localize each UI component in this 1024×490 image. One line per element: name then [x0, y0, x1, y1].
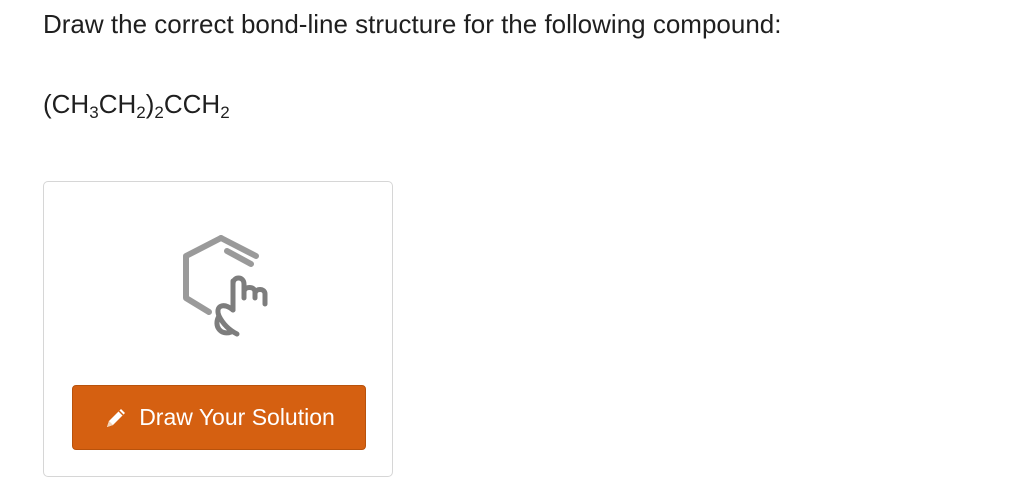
pencil-icon: [107, 408, 126, 427]
formula-part: (CH: [43, 89, 90, 119]
molecule-draw-icon: [183, 235, 268, 337]
draw-your-solution-button[interactable]: Draw Your Solution: [72, 385, 366, 450]
page: Draw the correct bond-line structure for…: [0, 0, 1024, 490]
formula-subscript: 3: [89, 103, 99, 122]
formula-subscript: 2: [154, 103, 164, 122]
formula-subscript: 2: [136, 103, 146, 122]
solution-card: Draw Your Solution: [43, 181, 393, 477]
formula-part: CCH: [163, 89, 221, 119]
compound-formula: (CH3CH2)2CCH2: [43, 86, 230, 122]
formula-part: CH: [98, 89, 137, 119]
draw-button-label: Draw Your Solution: [139, 404, 335, 430]
formula-subscript: 2: [220, 103, 230, 122]
question-prompt: Draw the correct bond-line structure for…: [43, 9, 782, 39]
